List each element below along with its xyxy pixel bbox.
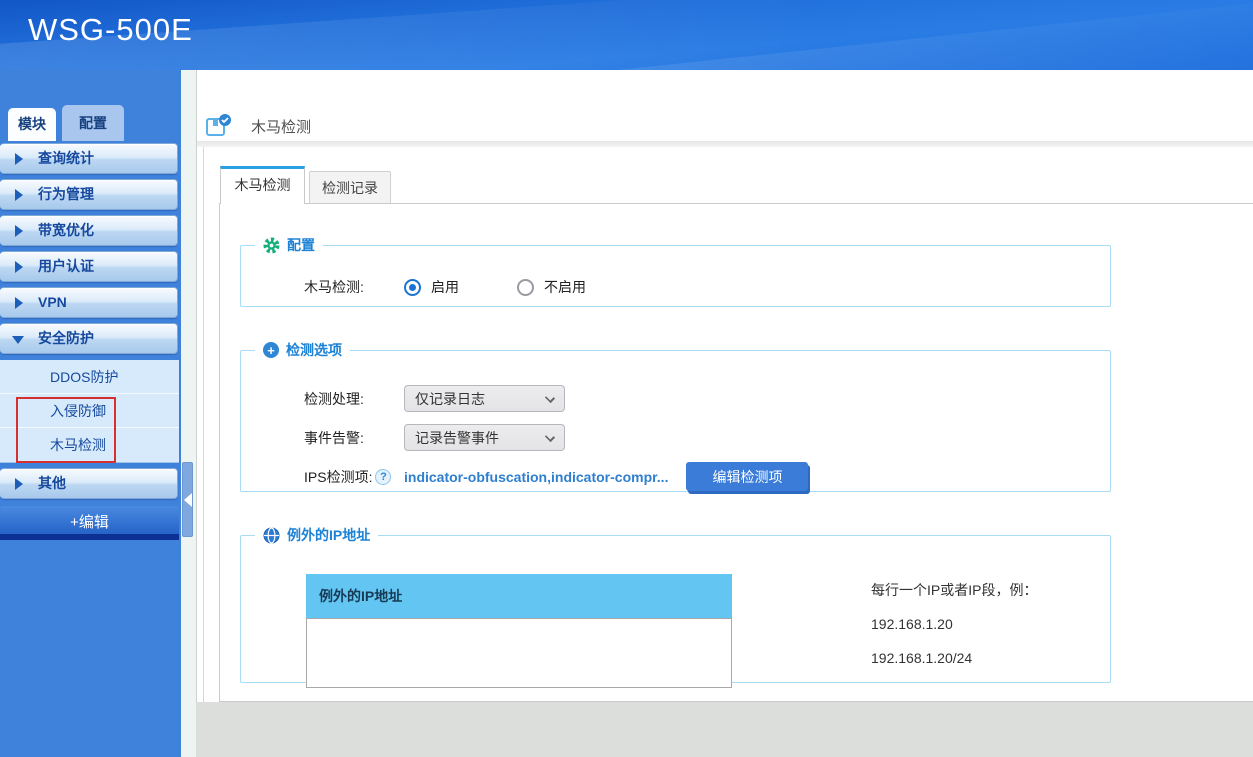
exception-ip-textarea[interactable] (306, 618, 732, 688)
hint-line: 192.168.1.20/24 (871, 649, 1037, 668)
section-config: 配置 木马检测: 启用 不启用 (240, 235, 1111, 307)
ips-field-label-text: IPS检测项: (304, 467, 372, 487)
chevron-right-icon (15, 261, 23, 273)
chevron-down-icon (12, 336, 24, 344)
alert-field-label: 事件告警: (241, 428, 404, 448)
section-exception-ips: 例外的IP地址 例外的IP地址 每行一个IP或者IP段，例： 192.168.1… (240, 525, 1111, 683)
breadcrumb: 木马检测 (205, 112, 311, 140)
edit-detection-items-button[interactable]: 编辑检测项 (686, 462, 808, 491)
chevron-right-icon (15, 478, 23, 490)
footer-strip (196, 702, 1253, 757)
exception-ip-table-header: 例外的IP地址 (306, 574, 732, 618)
app-title: WSG-500E (28, 12, 193, 48)
process-field-label: 检测处理: (241, 389, 404, 409)
chevron-right-icon (15, 297, 23, 309)
radio-disable[interactable] (517, 279, 534, 296)
collapse-left-icon (184, 493, 192, 507)
trojan-detect-field-label: 木马检测: (241, 277, 404, 297)
process-select[interactable]: 仅记录日志 (404, 385, 565, 412)
section-options-legend: + 检测选项 (255, 340, 350, 360)
gear-icon (263, 237, 280, 254)
alert-select-value: 记录告警事件 (415, 428, 499, 448)
submenu-item-trojan[interactable]: 木马检测 (0, 428, 179, 462)
app-header: WSG-500E (0, 0, 1253, 70)
process-select-value: 仅记录日志 (415, 389, 485, 409)
sidebar-item-label: VPN (38, 294, 67, 310)
trojan-detection-page-icon (205, 112, 233, 140)
security-submenu: DDOS防护 入侵防御 木马检测 (0, 360, 179, 463)
ips-field-label: IPS检测项: ? (241, 467, 404, 487)
exception-ip-hints: 每行一个IP或者IP段，例： 192.168.1.20 192.168.1.20… (871, 581, 1037, 683)
sidebar-gutter (181, 70, 197, 757)
sidebar-item-label: 安全防护 (38, 330, 94, 346)
chevron-right-icon (15, 153, 23, 165)
sidebar-item-security[interactable]: 安全防护 (0, 323, 178, 354)
tab-body: 配置 木马检测: 启用 不启用 + (219, 203, 1253, 702)
sidebar-collapse-handle[interactable] (182, 462, 193, 537)
tab-detection-records[interactable]: 检测记录 (309, 171, 391, 204)
submenu-item-ddos[interactable]: DDOS防护 (0, 360, 179, 394)
plus-shield-icon: + (263, 342, 279, 358)
sidebar-item-bandwidth-opt[interactable]: 带宽优化 (0, 215, 178, 246)
sidebar-item-label: 查询统计 (38, 150, 94, 166)
tab-trojan-detection[interactable]: 木马检测 (220, 166, 305, 204)
chevron-down-icon (545, 432, 555, 442)
section-config-legend: 配置 (255, 235, 323, 255)
page-title: 木马检测 (251, 116, 311, 137)
chevron-down-icon (545, 393, 555, 403)
sidebar-item-behavior-mgmt[interactable]: 行为管理 (0, 179, 178, 210)
sidebar-item-label: 用户认证 (38, 258, 94, 274)
globe-icon (263, 527, 280, 544)
radio-enable[interactable] (404, 279, 421, 296)
sidebar-item-label: 带宽优化 (38, 222, 94, 238)
main-content: 木马检测 木马检测 检测记录 配置 (197, 70, 1253, 757)
ips-items-link[interactable]: indicator-obfuscation,indicator-compr... (404, 469, 668, 485)
section-title: 检测选项 (286, 340, 342, 360)
sidebar-item-other[interactable]: 其他 (0, 468, 178, 499)
alert-select[interactable]: 记录告警事件 (404, 424, 565, 451)
sidebar-item-label: 其他 (38, 475, 66, 491)
submenu-item-intrusion[interactable]: 入侵防御 (0, 394, 179, 428)
chevron-right-icon (15, 225, 23, 237)
sidebar-tab-config[interactable]: 配置 (62, 105, 124, 141)
radio-enable-label[interactable]: 启用 (431, 277, 459, 297)
sidebar-edit-button[interactable]: +编辑 (0, 506, 179, 540)
section-exceptions-legend: 例外的IP地址 (255, 525, 378, 545)
sidebar-tab-modules[interactable]: 模块 (8, 108, 56, 141)
app-window: WSG-500E 模块 配置 查询统计 行为管理 带宽优化 用户认证 VPN 安… (0, 0, 1253, 757)
trojan-detect-radio-group: 启用 不启用 (404, 277, 634, 297)
radio-disable-label[interactable]: 不启用 (544, 277, 586, 297)
section-title: 例外的IP地址 (287, 525, 370, 545)
sidebar: 模块 配置 查询统计 行为管理 带宽优化 用户认证 VPN 安全防护 DDOS防… (0, 70, 181, 757)
sidebar-item-label: 行为管理 (38, 186, 94, 202)
sidebar-item-vpn[interactable]: VPN (0, 287, 178, 318)
section-title: 配置 (287, 235, 315, 255)
hint-line: 192.168.1.20 (871, 615, 1037, 634)
chevron-right-icon (15, 189, 23, 201)
help-icon[interactable]: ? (375, 469, 391, 485)
hint-line: 每行一个IP或者IP段，例： (871, 581, 1037, 600)
sidebar-item-user-auth[interactable]: 用户认证 (0, 251, 178, 282)
section-detection-options: + 检测选项 检测处理: 仅记录日志 事件告警: 记录告警事件 (240, 340, 1111, 492)
content-panel: 木马检测 检测记录 配置 木马检测: (203, 147, 1253, 702)
sidebar-item-query-stats[interactable]: 查询统计 (0, 143, 178, 174)
